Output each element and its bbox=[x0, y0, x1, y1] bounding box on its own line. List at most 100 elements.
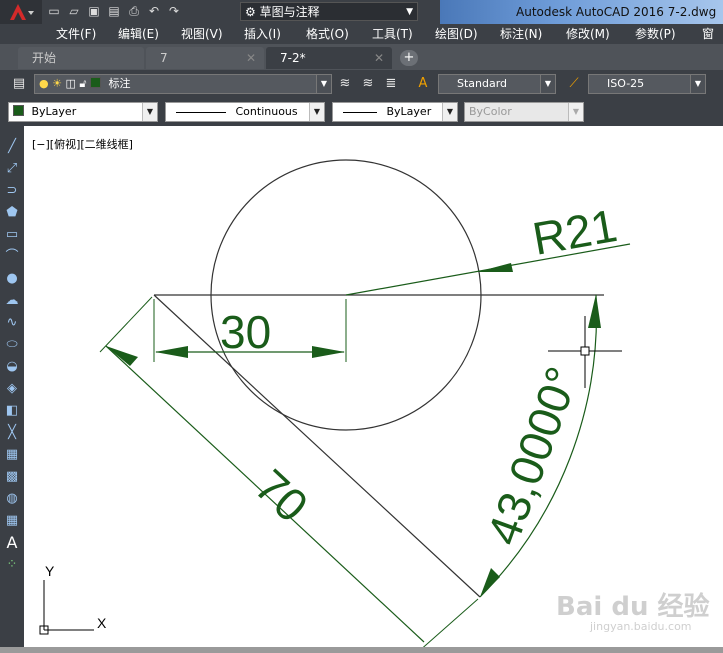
title-bar: ▭ ▱ ▣ ▤ ⎙ ↶ ↷ ⚙ 草图与注释 ▼ Autodesk AutoCAD… bbox=[0, 0, 723, 24]
point-icon[interactable]: ╳ bbox=[3, 424, 21, 442]
aligned-dimension[interactable]: 70 bbox=[99, 296, 479, 647]
menu-edit[interactable]: 编辑(E) bbox=[118, 24, 159, 44]
ellipse-arc-icon[interactable]: ◒ bbox=[3, 358, 21, 376]
menu-draw[interactable]: 绘图(D) bbox=[435, 24, 478, 44]
layer-color-swatch bbox=[90, 77, 102, 88]
add-selected-icon[interactable]: ⁘ bbox=[3, 556, 21, 574]
draw-toolbar: ╱ ⤢ ⊃ ⬟ ▭ ⌒ ● ☁ ∿ ⬭ ◒ ◈ ◧ ╳ ▦ ▩ ◍ ▦ A ⁘ bbox=[0, 126, 24, 653]
hatch-icon[interactable]: ▦ bbox=[3, 446, 21, 464]
insert-block-icon[interactable]: ◈ bbox=[3, 380, 21, 398]
layers-toolbar: ▤ ● ☀ ◫ 🔓︎ 标注 ▼ ≋ ≋ ≣ A Standard ▼ ⟋ ISO… bbox=[0, 70, 723, 98]
dimension-style-dropdown[interactable]: ISO-25 ▼ bbox=[588, 74, 706, 94]
plotstyle-dropdown: ByColor ▼ bbox=[464, 102, 584, 122]
lock-icon: 🔓︎ bbox=[79, 77, 87, 90]
layer-dropdown[interactable]: ● ☀ ◫ 🔓︎ 标注 ▼ bbox=[34, 74, 332, 94]
viewport-controls-label[interactable]: [−][俯视][二维线框] bbox=[32, 136, 133, 152]
saveas-icon[interactable]: ▤ bbox=[106, 3, 122, 19]
menu-tools[interactable]: 工具(T) bbox=[372, 24, 413, 44]
rectangle-icon[interactable]: ▭ bbox=[3, 226, 21, 244]
redo-icon[interactable]: ↷ bbox=[166, 3, 182, 19]
linear-dimension[interactable]: 30 bbox=[153, 299, 347, 362]
lineweight-dropdown[interactable]: ByLayer ▼ bbox=[332, 102, 458, 122]
lineweight-value: ByLayer bbox=[386, 105, 432, 118]
menu-parametric[interactable]: 参数(P) bbox=[635, 24, 676, 44]
text-style-icon[interactable]: A bbox=[414, 75, 432, 93]
window-title: Autodesk AutoCAD 2016 7-2.dwg bbox=[440, 0, 723, 24]
close-icon[interactable]: ✕ bbox=[374, 47, 384, 69]
gradient-icon[interactable]: ▩ bbox=[3, 468, 21, 486]
layer-properties-icon[interactable]: ▤ bbox=[10, 75, 28, 93]
chevron-down-icon: ▼ bbox=[540, 75, 555, 93]
linetype-value: Continuous bbox=[235, 105, 298, 118]
menu-modify[interactable]: 修改(M) bbox=[566, 24, 610, 44]
ucs-x-label: X bbox=[97, 615, 107, 631]
make-block-icon[interactable]: ◧ bbox=[3, 402, 21, 420]
ucs-icon: Y X bbox=[39, 563, 107, 635]
linetype-dropdown[interactable]: Continuous ▼ bbox=[165, 102, 325, 122]
color-value: ByLayer bbox=[31, 105, 77, 118]
chevron-down-icon: ▼ bbox=[568, 103, 583, 121]
angular-dimension-text: 43,0000° bbox=[477, 360, 589, 551]
match-layer-icon[interactable]: ≋ bbox=[359, 75, 377, 93]
chevron-down-icon: ▼ bbox=[309, 103, 324, 121]
file-tab-bar: 开始 7 ✕ 7-2* ✕ + bbox=[0, 44, 723, 70]
menu-bar: 文件(F) 编辑(E) 视图(V) 插入(I) 格式(O) 工具(T) 绘图(D… bbox=[0, 24, 723, 61]
close-icon[interactable]: ✕ bbox=[246, 47, 256, 69]
workspace-switcher[interactable]: ⚙ 草图与注释 ▼ bbox=[240, 2, 418, 21]
previous-layer-icon[interactable]: ≣ bbox=[382, 75, 400, 93]
lightbulb-icon: ● bbox=[39, 77, 49, 90]
tab-drawing-7-2[interactable]: 7-2* ✕ bbox=[266, 47, 392, 69]
lineweight-sample bbox=[343, 111, 377, 113]
new-tab-button[interactable]: + bbox=[400, 50, 418, 66]
tab-drawing-7[interactable]: 7 ✕ bbox=[146, 47, 264, 69]
spline-icon[interactable]: ∿ bbox=[3, 314, 21, 332]
polyline-icon[interactable]: ⊃ bbox=[3, 182, 21, 200]
chevron-down-icon: ▼ bbox=[316, 75, 331, 93]
tab-start[interactable]: 开始 bbox=[18, 47, 144, 69]
text-style-dropdown[interactable]: Standard ▼ bbox=[438, 74, 556, 94]
open-icon[interactable]: ▱ bbox=[66, 3, 82, 19]
save-icon[interactable]: ▣ bbox=[86, 3, 102, 19]
ellipse-icon[interactable]: ⬭ bbox=[3, 336, 21, 354]
color-dropdown[interactable]: ByLayer ▼ bbox=[8, 102, 158, 122]
linear-dimension-text: 30 bbox=[220, 306, 271, 358]
menu-view[interactable]: 视图(V) bbox=[181, 24, 223, 44]
chevron-down-icon: ▼ bbox=[442, 103, 457, 121]
multiline-text-icon[interactable]: A bbox=[3, 534, 21, 552]
watermark-url: jingyan.baidu.com bbox=[590, 620, 692, 633]
diagonal-line[interactable] bbox=[153, 294, 481, 598]
tab-label: 7 bbox=[160, 51, 168, 65]
line-icon[interactable]: ╱ bbox=[3, 138, 21, 156]
plotstyle-value: ByColor bbox=[469, 105, 512, 118]
angular-dimension[interactable]: 43,0000° bbox=[477, 294, 601, 598]
menu-insert[interactable]: 插入(I) bbox=[244, 24, 281, 44]
region-icon[interactable]: ◍ bbox=[3, 490, 21, 508]
make-current-layer-icon[interactable]: ≋ bbox=[336, 75, 354, 93]
workspace-label: ⚙ 草图与注释 bbox=[245, 5, 320, 19]
aligned-dimension-text: 70 bbox=[245, 459, 318, 532]
construction-line-icon[interactable]: ⤢ bbox=[3, 160, 21, 178]
undo-icon[interactable]: ↶ bbox=[146, 3, 162, 19]
application-menu-button[interactable] bbox=[0, 0, 42, 24]
print-icon[interactable]: ⎙ bbox=[126, 3, 142, 19]
layer-icon: ◫ bbox=[65, 77, 76, 90]
revision-cloud-icon[interactable]: ☁ bbox=[3, 292, 21, 310]
polygon-icon[interactable]: ⬟ bbox=[3, 204, 21, 222]
ucs-y-label: Y bbox=[45, 563, 55, 579]
menu-file[interactable]: 文件(F) bbox=[56, 24, 96, 44]
dimension-style-icon[interactable]: ⟋ bbox=[565, 75, 583, 93]
linetype-sample bbox=[176, 111, 226, 113]
radius-dimension[interactable]: R21 bbox=[345, 199, 631, 296]
arc-icon[interactable]: ⌒ bbox=[3, 248, 21, 266]
table-icon[interactable]: ▦ bbox=[3, 512, 21, 530]
menu-format[interactable]: 格式(O) bbox=[306, 24, 349, 44]
circle-icon[interactable]: ● bbox=[3, 270, 21, 288]
autocad-logo-icon bbox=[10, 4, 34, 20]
watermark-brand: Bai du 经验 bbox=[556, 592, 710, 622]
quick-access-toolbar: ▭ ▱ ▣ ▤ ⎙ ↶ ↷ bbox=[46, 3, 182, 19]
new-icon[interactable]: ▭ bbox=[46, 3, 62, 19]
properties-toolbar: ByLayer ▼ Continuous ▼ ByLayer ▼ ByColor… bbox=[0, 98, 723, 126]
menu-dimension[interactable]: 标注(N) bbox=[500, 24, 542, 44]
command-line-edge bbox=[0, 647, 723, 653]
drawing-canvas[interactable]: R21 30 70 43,0000° Y X bbox=[24, 126, 723, 647]
